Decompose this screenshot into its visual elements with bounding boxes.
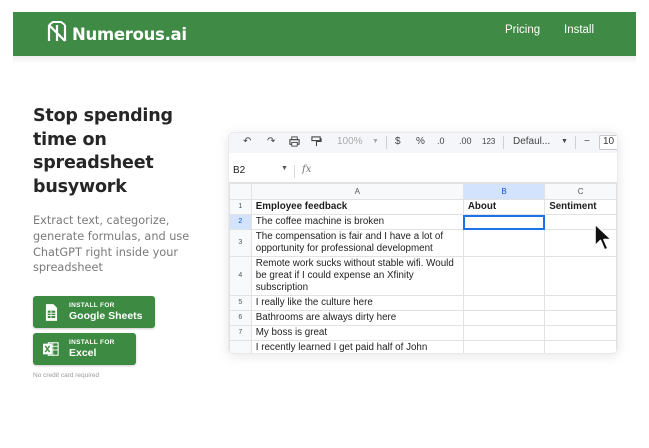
feedback-cell[interactable]: My boss is great bbox=[250, 325, 464, 341]
no-credit-card-note: No credit card required bbox=[33, 372, 100, 379]
about-cell[interactable] bbox=[462, 295, 546, 311]
font-select[interactable]: Defaul... bbox=[513, 136, 550, 147]
nav-pricing-link[interactable]: Pricing bbox=[505, 24, 540, 36]
sentiment-cell[interactable] bbox=[544, 325, 617, 341]
print-icon[interactable] bbox=[289, 136, 300, 150]
about-cell[interactable] bbox=[462, 256, 546, 296]
zoom-select[interactable]: 100% bbox=[337, 136, 363, 147]
redo-icon[interactable]: ↷ bbox=[267, 136, 275, 147]
cell-reference[interactable]: B2 bbox=[233, 165, 245, 176]
increase-decimal-button[interactable]: .00 bbox=[459, 136, 472, 146]
row-number[interactable]: 2 bbox=[229, 214, 252, 230]
decrease-decimal-button[interactable]: .0 bbox=[437, 136, 445, 146]
sentiment-cell[interactable] bbox=[544, 295, 617, 311]
toolbar-divider bbox=[575, 136, 576, 149]
install-label-small: INSTALL FOR bbox=[69, 301, 115, 309]
font-caret-icon: ▼ bbox=[561, 138, 568, 145]
feedback-cell[interactable]: I recently learned I get paid half of Jo… bbox=[250, 340, 464, 353]
formula-bar: B2 ▼ fx bbox=[229, 161, 617, 183]
hero-headline: Stop spending time on spreadsheet busywo… bbox=[33, 106, 173, 197]
zoom-caret-icon: ▼ bbox=[372, 138, 379, 145]
column-header-c[interactable]: C bbox=[544, 183, 617, 200]
toolbar-divider bbox=[503, 136, 504, 149]
row-number[interactable]: 5 bbox=[229, 295, 252, 311]
cell-ref-caret-icon[interactable]: ▼ bbox=[281, 165, 288, 172]
about-cell[interactable] bbox=[462, 229, 546, 257]
install-excel-button[interactable]: INSTALL FOR Excel bbox=[33, 333, 136, 365]
brand-name: Numerous.ai bbox=[72, 25, 187, 44]
install-label-google-sheets: Google Sheets bbox=[69, 309, 143, 322]
table-row: 7 My boss is great bbox=[229, 325, 617, 341]
about-cell[interactable] bbox=[462, 340, 546, 353]
hero-subtext: Extract text, categorize, generate formu… bbox=[33, 214, 190, 275]
feedback-cell[interactable]: Remote work sucks without stable wifi. W… bbox=[250, 256, 464, 296]
feedback-cell[interactable]: The compensation is fair and I have a lo… bbox=[250, 229, 464, 257]
row-number[interactable]: 7 bbox=[229, 325, 252, 341]
font-size-decrease-button[interactable]: − bbox=[584, 136, 590, 147]
sentiment-cell[interactable] bbox=[544, 256, 617, 296]
paint-format-icon[interactable] bbox=[311, 136, 322, 150]
brand-logo[interactable]: Numerous.ai bbox=[47, 21, 187, 48]
row-number[interactable]: 8 bbox=[229, 340, 252, 353]
toolbar-divider bbox=[386, 136, 387, 149]
table-row: 4 Remote work sucks without stable wifi.… bbox=[229, 256, 617, 296]
currency-format-button[interactable]: $ bbox=[395, 136, 401, 147]
header-cell-employee-feedback[interactable]: Employee feedback bbox=[250, 199, 464, 215]
column-header-a[interactable]: A bbox=[250, 183, 464, 200]
google-sheets-icon bbox=[43, 303, 59, 321]
spreadsheet-preview: ↶ ↷ 100% ▼ $ % .0 .00 123 Defaul... ▼ − … bbox=[228, 132, 618, 354]
table-row: 8 I recently learned I get paid half of … bbox=[229, 340, 617, 353]
about-cell[interactable] bbox=[462, 310, 546, 326]
about-cell[interactable] bbox=[462, 325, 546, 341]
header-shadow bbox=[13, 56, 636, 64]
feedback-cell[interactable]: I really like the culture here bbox=[250, 295, 464, 311]
table-row: 3 The compensation is fair and I have a … bbox=[229, 229, 617, 257]
column-header-b[interactable]: B bbox=[462, 183, 546, 200]
table-row: 1 Employee feedback About Sentiment bbox=[229, 199, 617, 215]
feedback-cell[interactable]: The coffee machine is broken bbox=[250, 214, 464, 230]
row-number[interactable]: 6 bbox=[229, 310, 252, 326]
install-label-excel: Excel bbox=[69, 346, 97, 359]
fx-icon: fx bbox=[302, 164, 312, 175]
sentiment-cell[interactable] bbox=[544, 310, 617, 326]
number-format-button[interactable]: 123 bbox=[482, 137, 495, 146]
table-row: 2 The coffee machine is broken bbox=[229, 214, 617, 230]
corner-cell[interactable] bbox=[229, 183, 252, 200]
top-navbar: Numerous.ai Pricing Install bbox=[13, 12, 636, 56]
install-google-sheets-button[interactable]: INSTALL FOR Google Sheets bbox=[33, 296, 155, 328]
column-header-row: A B C bbox=[229, 183, 617, 200]
table-row: 6 Bathrooms are always dirty here bbox=[229, 310, 617, 326]
spreadsheet-grid: A B C 1 Employee feedback About Sentimen… bbox=[229, 183, 617, 353]
sentiment-cell[interactable] bbox=[544, 340, 617, 353]
percent-format-button[interactable]: % bbox=[416, 136, 425, 147]
font-size-input[interactable]: 10 bbox=[599, 135, 617, 150]
nav-install-link[interactable]: Install bbox=[564, 24, 594, 36]
header-cell-about[interactable]: About bbox=[462, 199, 546, 215]
numerous-logo-icon bbox=[47, 21, 67, 48]
table-row: 5 I really like the culture here bbox=[229, 295, 617, 311]
undo-icon[interactable]: ↶ bbox=[243, 136, 251, 147]
spreadsheet-toolbar: ↶ ↷ 100% ▼ $ % .0 .00 123 Defaul... ▼ − … bbox=[229, 133, 617, 153]
formula-divider bbox=[294, 165, 295, 178]
row-number[interactable]: 3 bbox=[229, 229, 252, 257]
row-number[interactable]: 1 bbox=[229, 199, 252, 215]
excel-icon bbox=[43, 340, 59, 358]
active-cell-b2[interactable] bbox=[462, 214, 546, 230]
feedback-cell[interactable]: Bathrooms are always dirty here bbox=[250, 310, 464, 326]
header-cell-sentiment[interactable]: Sentiment bbox=[544, 199, 617, 215]
mouse-cursor-icon bbox=[594, 223, 613, 251]
row-number[interactable]: 4 bbox=[229, 256, 252, 296]
install-label-small: INSTALL FOR bbox=[69, 338, 115, 346]
